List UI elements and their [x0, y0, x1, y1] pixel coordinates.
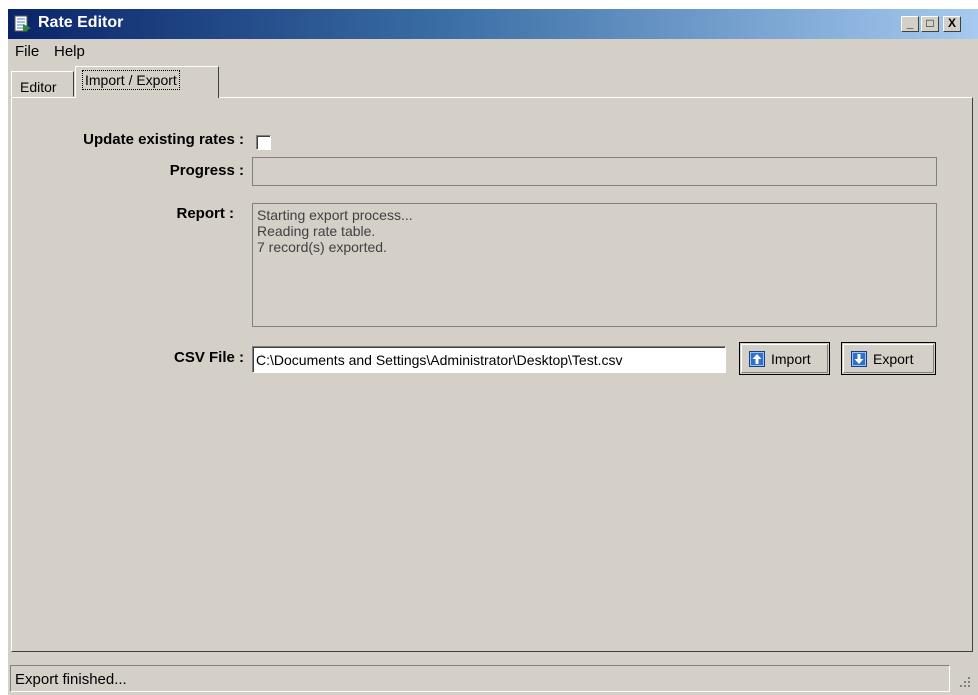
- spreadsheet-document-icon: [14, 15, 31, 32]
- report-label: Report :: [176, 205, 235, 222]
- tab-import-export[interactable]: Import / Export: [75, 66, 219, 98]
- import-button[interactable]: Import: [739, 342, 830, 375]
- progress-label: Progress :: [169, 162, 244, 179]
- report-line: Starting export process...: [257, 207, 413, 223]
- status-bar: Export finished...: [8, 661, 978, 695]
- report-line: 7 record(s) exported.: [257, 239, 387, 255]
- status-text: Export finished...: [10, 665, 950, 692]
- import-export-panel: Update existing rates : Progress : Repor…: [11, 97, 973, 652]
- window-title: Rate Editor: [38, 14, 124, 31]
- csv-file-input[interactable]: C:\Documents and Settings\Administrator\…: [252, 346, 726, 373]
- progress-bar: [252, 157, 937, 186]
- resize-grip-icon[interactable]: [958, 675, 972, 689]
- tab-editor[interactable]: Editor: [11, 71, 74, 97]
- update-existing-rates-label: Update existing rates :: [83, 131, 244, 148]
- title-bar[interactable]: Rate Editor _ □ X: [8, 9, 978, 39]
- report-textbox[interactable]: Starting export process... Reading rate …: [252, 203, 937, 327]
- export-button[interactable]: Export: [841, 342, 936, 375]
- rate-editor-window: Rate Editor _ □ X File Help Editor Impor…: [8, 9, 978, 695]
- tab-import-export-label: Import / Export: [82, 70, 180, 90]
- update-existing-rates-checkbox[interactable]: [256, 135, 271, 150]
- close-button[interactable]: X: [943, 16, 961, 32]
- report-line: Reading rate table.: [257, 223, 376, 239]
- arrow-down-icon: [851, 350, 867, 367]
- menu-file[interactable]: File: [15, 43, 39, 60]
- export-button-label: Export: [873, 350, 914, 367]
- maximize-button[interactable]: □: [921, 16, 939, 32]
- menu-help[interactable]: Help: [54, 43, 85, 60]
- import-button-label: Import: [771, 350, 811, 367]
- tab-editor-label: Editor: [20, 79, 57, 95]
- tab-strip: Editor Import / Export: [8, 63, 978, 98]
- menu-bar: File Help: [8, 39, 978, 63]
- minimize-button[interactable]: _: [901, 16, 919, 32]
- arrow-up-icon: [749, 350, 765, 367]
- csv-file-label: CSV File :: [173, 349, 244, 366]
